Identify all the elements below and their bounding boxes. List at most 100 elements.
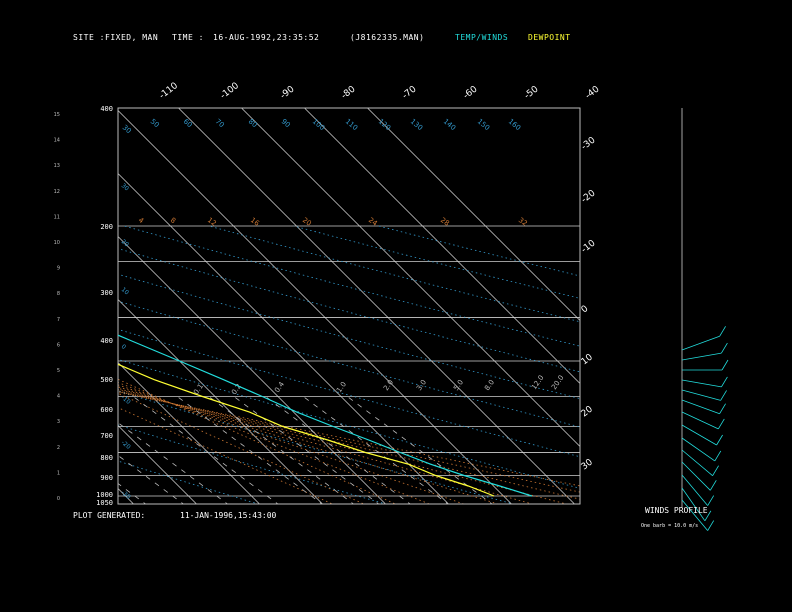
pressure-tick-label: 200 [100,223,113,231]
wind-barb-shaft [681,389,721,401]
dry-adiabat-label: 50 [149,117,161,129]
dry-adiabat-label: 60 [182,117,194,129]
pressure-tick-label: 800 [100,454,113,462]
dry-adiabat [293,225,580,299]
height-tick-label: 5 [57,368,60,374]
height-tick-label: 13 [54,163,60,169]
dry-adiabat-label: 80 [247,117,259,129]
pressure-tick-label: 400 [100,105,113,113]
wind-barb-shaft [681,449,713,477]
edge-label: -20 [120,439,132,451]
dry-adiabat [118,273,580,400]
pressure-tick-label: 700 [100,432,113,440]
edge-label: 10 [120,286,130,296]
isotherm-top-label: -90 [279,84,297,101]
edge-label: -30 [120,489,132,501]
height-tick-label: 0 [57,496,60,502]
isotherm-top-label: -60 [462,84,480,101]
wind-barb-shaft [681,379,722,388]
dry-adiabat-label: 100 [311,117,326,132]
wind-barb-flag [721,359,729,371]
height-tick-label: 8 [57,291,60,297]
wind-barb-flag [717,418,725,430]
isotherm-line [118,425,197,504]
isotherm-top-label: -100 [219,81,241,102]
wind-barb-flag [709,480,717,491]
dry-adiabat [118,328,580,458]
moist-adiabat-label: 8 [169,216,177,225]
dry-adiabat-label: 110 [344,117,359,132]
mixing-ratio-line [132,396,279,504]
wind-barb-shaft [681,399,720,415]
isotherm-right-label: 30 [580,457,595,472]
height-tick-label: 9 [57,266,60,272]
isotherm-top-label: -40 [584,84,602,101]
dry-adiabat-label: 150 [476,117,491,132]
mixing-ratio-label: 1.0 [335,380,348,394]
isotherm-top-label: -50 [523,84,541,101]
dry-adiabat-label: 130 [409,117,424,132]
pressure-tick-label: 400 [100,337,113,345]
height-tick-label: 11 [54,214,60,220]
isotherm-top-label: -70 [401,84,419,101]
moist-adiabat [118,392,365,504]
wind-barb-shaft [681,335,720,351]
wind-barb-flag [707,495,715,506]
pressure-tick-label: 300 [100,289,113,297]
wind-barb-flag [721,342,728,354]
pressure-tick-label: 1050 [96,499,113,507]
plot-generated-label: PLOT GENERATED: [73,511,146,520]
mixing-ratio-label: 12.0 [530,374,545,391]
winds-profile-panel [681,108,729,531]
mixing-ratio-label: 0.2 [230,382,243,396]
wind-barb-shaft [681,474,709,506]
plot-grid [118,108,580,504]
wind-barb-flag [719,326,726,337]
pressure-tick-label: 1000 [96,491,113,499]
moist-adiabat [118,390,580,500]
height-tick-label: 6 [57,342,60,348]
isotherm-line [118,110,512,504]
isotherm-top-label: -80 [340,84,358,101]
wind-barb-flag [721,376,728,388]
wind-barb-flag [719,403,726,414]
mixing-ratio-label: 8.0 [483,378,496,392]
isotherm-right-label: -30 [580,135,598,152]
height-tick-label: 12 [54,189,60,195]
dry-adiabat [118,390,515,504]
moist-adiabat [118,384,465,504]
moist-adiabat [118,407,334,504]
dry-adiabat-label: 140 [442,117,457,132]
height-tick-label: 7 [57,317,60,323]
winds-profile-title: WINDS PROFILE [645,506,708,515]
mixing-ratio-label: 3.0 [415,378,428,392]
wind-barb-flag [720,390,727,401]
moist-adiabat [118,387,534,504]
dry-adiabat [118,248,580,373]
height-tick-label: 3 [57,419,60,425]
mixing-ratio-label: 5.0 [452,378,465,392]
height-tick-label: 2 [57,445,60,451]
isotherm-top-label: -110 [158,81,180,102]
edge-label: 0 [120,343,128,351]
moist-adiabat [118,389,569,504]
mixing-ratio-label: 2.0 [382,378,395,392]
dry-adiabat [118,300,580,428]
wind-barb-flag [716,434,723,446]
mixing-ratio-label: 0.4 [273,380,286,394]
dry-adiabat-label: 30 [121,123,133,135]
isotherm-right-label: 10 [580,352,595,367]
dry-adiabat-label: 160 [507,117,522,132]
isotherm-right-label: 0 [580,304,591,316]
edge-label: -10 [120,394,132,406]
height-tick-label: 14 [54,138,60,144]
pressure-tick-label: 600 [100,406,113,414]
mixing-ratio-label: 20.0 [550,374,565,391]
wind-barb-shaft [681,411,719,430]
dry-adiabat [118,358,580,489]
height-tick-label: 1 [57,470,60,476]
pressure-tick-label: 900 [100,474,113,482]
isotherm-line [118,173,449,504]
isotherm-line [367,108,580,321]
wind-barb-shaft [681,461,711,491]
